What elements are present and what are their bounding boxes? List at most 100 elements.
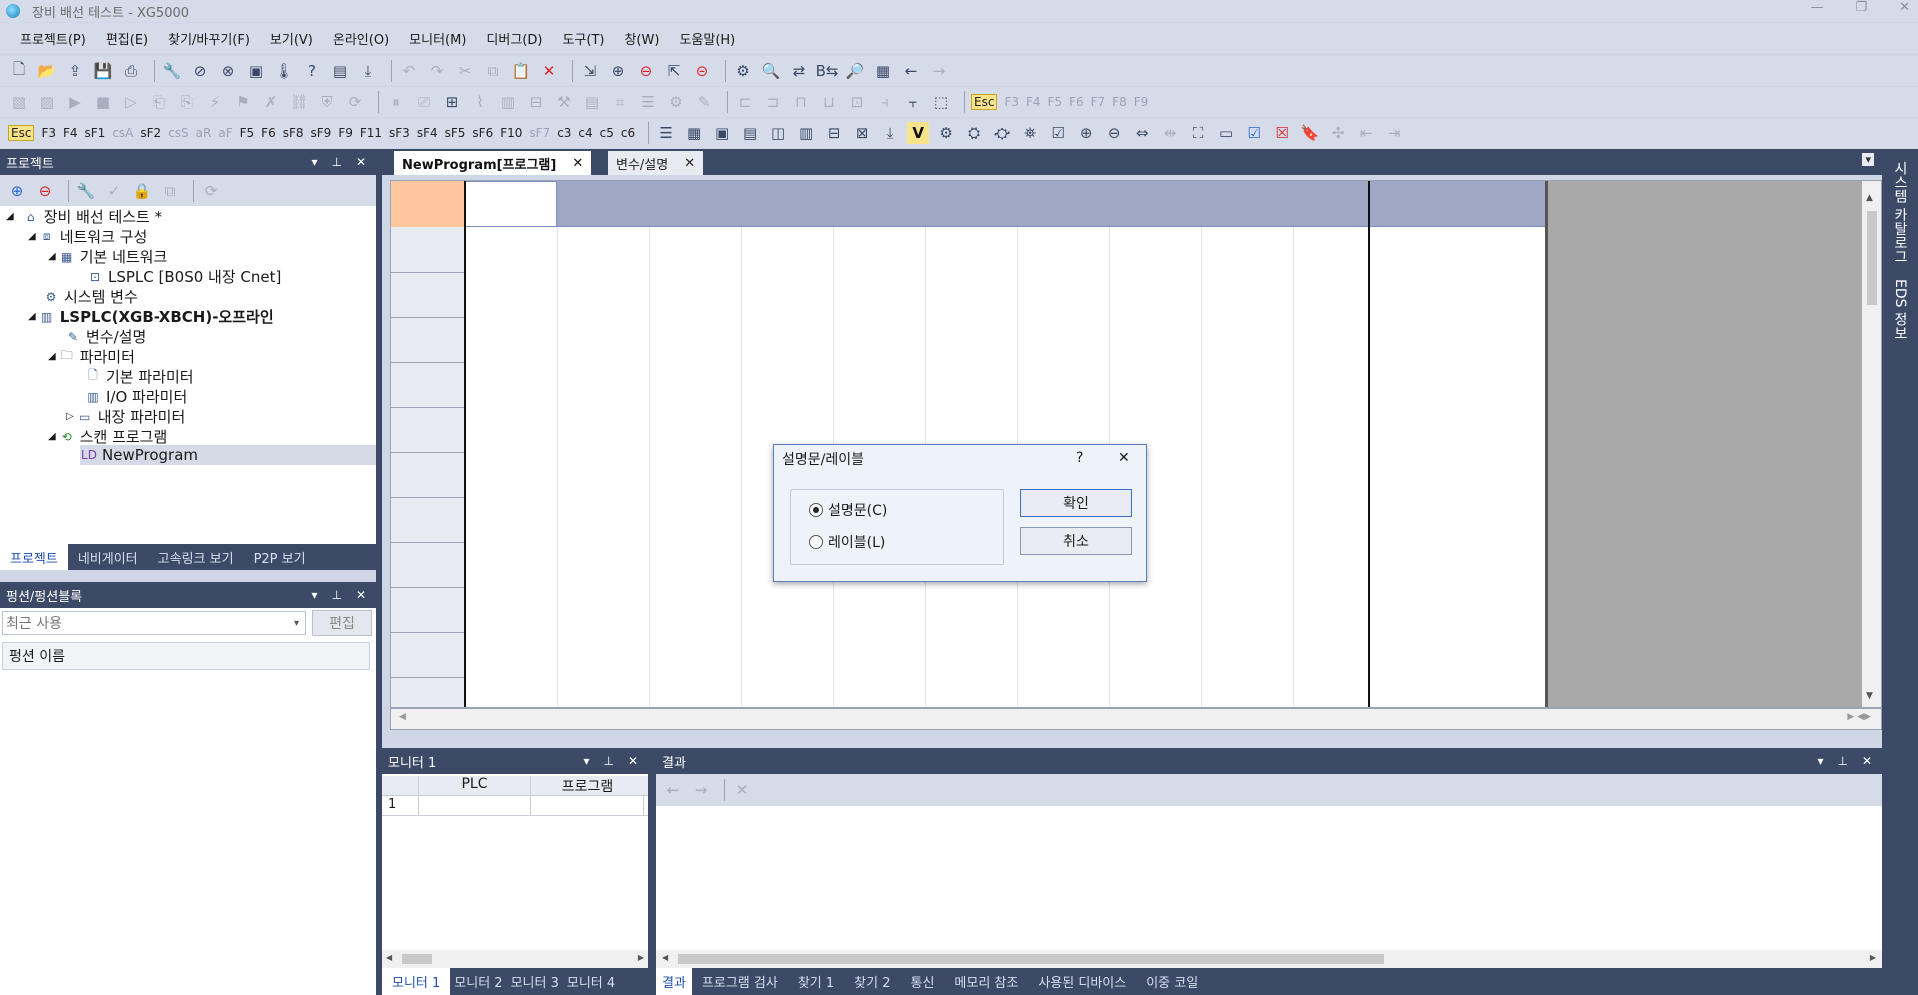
menu-window[interactable]: 창(W)	[624, 29, 659, 48]
tree-item-basic-params[interactable]: 🗋 기본 파라미터	[84, 366, 193, 387]
tab-monitor-2[interactable]: 모니터 2	[450, 972, 506, 991]
recent-use-select[interactable]: 최근 사용 ▾	[2, 611, 306, 635]
connect-icon[interactable]: ▧	[8, 91, 30, 113]
chart-icon[interactable]: ▤	[581, 91, 603, 113]
properties-icon[interactable]: ⊟	[823, 122, 845, 144]
ladder-key[interactable]: sF1	[85, 126, 106, 140]
unlink-icon[interactable]: ⊗	[217, 60, 239, 82]
paste-icon[interactable]: 📋	[510, 60, 532, 82]
tab-double-coil[interactable]: 이중 코일	[1136, 972, 1208, 991]
read-icon[interactable]: ⎗	[148, 91, 170, 113]
device-a-icon[interactable]: ⛭	[963, 122, 985, 144]
grid-icon[interactable]: ▦	[872, 60, 894, 82]
add-icon[interactable]: ⊕	[607, 60, 629, 82]
scroll-right-icon[interactable]: ▶ ◀▶	[1847, 712, 1871, 722]
undo-icon[interactable]: ↶	[398, 60, 420, 82]
tab-program-check[interactable]: 프로그램 검사	[692, 972, 788, 991]
insert-row-icon[interactable]: ⇲	[579, 60, 601, 82]
tree-item-builtin-params[interactable]: ▷ ▭ 내장 파라미터	[66, 406, 185, 427]
ladder-key[interactable]: sF6	[472, 126, 493, 140]
panel-close-icon[interactable]: ✕	[1862, 754, 1872, 768]
tree-item-io-params[interactable]: ▥ I/O 파라미터	[84, 386, 187, 407]
tree-item-variables[interactable]: ✎ 변수/설명	[64, 326, 146, 347]
layout-b-icon[interactable]: ⊐	[762, 91, 784, 113]
capture-icon[interactable]: ⊠	[851, 122, 873, 144]
tab-monitor-4[interactable]: 모니터 4	[563, 972, 619, 991]
ladder-key[interactable]: c4	[578, 126, 592, 140]
find-replace-icon[interactable]: B⇆	[816, 60, 839, 82]
pin-icon[interactable]: ⊥	[331, 588, 341, 602]
save-icon[interactable]: 💾	[92, 60, 114, 82]
insert-func-icon[interactable]: ⬚	[930, 91, 952, 113]
ladder-key[interactable]: sF5	[445, 126, 466, 140]
dialog-close-button[interactable]: ✕	[1118, 450, 1130, 466]
check-box-icon[interactable]: ☑	[1047, 122, 1069, 144]
redo-icon[interactable]: ↷	[426, 60, 448, 82]
remove-icon[interactable]: ⊖	[635, 60, 657, 82]
output-window-icon[interactable]: ▭	[1215, 122, 1237, 144]
system-monitor-icon[interactable]: ▥	[497, 91, 519, 113]
clear-results-icon[interactable]: ✕	[731, 779, 753, 801]
forward-arrow-icon[interactable]: →	[928, 60, 950, 82]
scroll-left-icon[interactable]: ◀	[399, 712, 406, 722]
vertical-scroll-thumb[interactable]	[1867, 211, 1877, 305]
scroll-up-icon[interactable]: ▲	[1866, 193, 1873, 203]
wrench-icon[interactable]: 🔧	[161, 60, 183, 82]
horizontal-scrollbar[interactable]: ◀ ▶ ◀▶	[390, 708, 1882, 730]
compile-check-icon[interactable]: ✓	[103, 180, 125, 202]
device-monitor-icon[interactable]: ⊞	[441, 91, 463, 113]
monitor-start-icon[interactable]: ⎚	[413, 91, 435, 113]
menu-project[interactable]: 프로젝트(P)	[20, 29, 86, 48]
fkey-esc-row2[interactable]: Esc	[971, 94, 998, 110]
fkey-f7-row2[interactable]: F7	[1091, 95, 1106, 109]
collapse-icon[interactable]: ⇹	[1159, 122, 1181, 144]
ladder-key[interactable]: sF3	[389, 126, 410, 140]
bottom-splitter[interactable]	[648, 748, 656, 995]
disconnect-icon[interactable]: ▨	[36, 91, 58, 113]
tree-item-plc[interactable]: ◢ ▥ LSPLC(XGB-XBCH)-오프라인	[28, 306, 274, 327]
device-c-icon[interactable]: ⛯	[1019, 122, 1041, 144]
ladder-key[interactable]: F9	[338, 126, 353, 140]
copy-icon[interactable]: ⧉	[482, 60, 504, 82]
monitor-cell-plc[interactable]	[418, 796, 530, 816]
compare-icon[interactable]: ⚡	[204, 91, 226, 113]
lock-icon[interactable]: 🔒	[131, 180, 153, 202]
fkey-f8-row2[interactable]: F8	[1112, 95, 1127, 109]
ladder-key[interactable]: F5	[240, 126, 255, 140]
ladder-key[interactable]: F3	[41, 126, 56, 140]
print-icon[interactable]: ⎙	[120, 60, 142, 82]
prev-result-icon[interactable]: ⇜	[662, 779, 684, 801]
fkey-f6-row2[interactable]: F6	[1069, 95, 1084, 109]
device-b-icon[interactable]: ⛮	[991, 122, 1013, 144]
tab-used-devices[interactable]: 사용된 디바이스	[1028, 972, 1136, 991]
layout-d-icon[interactable]: ⊔	[818, 91, 840, 113]
export-icon[interactable]: ⤓	[879, 122, 901, 144]
menu-view[interactable]: 보기(V)	[270, 29, 313, 48]
fkey-f3-row2[interactable]: F3	[1004, 95, 1019, 109]
panel-menu-icon[interactable]: ▾	[311, 155, 317, 169]
wizard-icon[interactable]: ✎	[693, 91, 715, 113]
add-item-icon[interactable]: ⊕	[6, 180, 28, 202]
tab-newprogram[interactable]: NewProgram[프로그램] ✕	[394, 151, 592, 175]
ladder-corner-cell[interactable]	[391, 181, 465, 227]
panel-close-icon[interactable]: ✕	[356, 588, 366, 602]
monitor-hscrollbar[interactable]: ◀ ▶	[382, 950, 648, 968]
copy-item-icon[interactable]: ⧉	[159, 180, 181, 202]
pin-icon[interactable]: ⊥	[603, 754, 613, 768]
tab-monitor-1[interactable]: 모니터 1	[382, 968, 451, 995]
monitor-cell-program[interactable]	[530, 796, 644, 816]
eds-info-tab[interactable]: EDS 정보	[1890, 279, 1910, 340]
menu-find-replace[interactable]: 찾기/바꾸기(F)	[168, 29, 250, 48]
tab-close-icon[interactable]: ✕	[572, 156, 583, 171]
force-io-icon[interactable]: ⚒	[553, 91, 575, 113]
radio-comment[interactable]: 설명문(C)	[809, 500, 887, 520]
radio-label[interactable]: 레이블(L)	[809, 532, 885, 552]
link-chain-icon[interactable]: ⛓	[288, 91, 310, 113]
ladder-key[interactable]: F6	[261, 126, 276, 140]
restore-button[interactable]: ❐	[1855, 0, 1867, 15]
pause-icon[interactable]: ⏸	[385, 91, 407, 113]
ladder-key[interactable]: F11	[360, 126, 382, 140]
monitor-scroll-thumb[interactable]	[402, 954, 432, 964]
ladder-key[interactable]: c5	[600, 126, 614, 140]
tree-item-system-variables[interactable]: ⚙ 시스템 변수	[42, 286, 138, 307]
